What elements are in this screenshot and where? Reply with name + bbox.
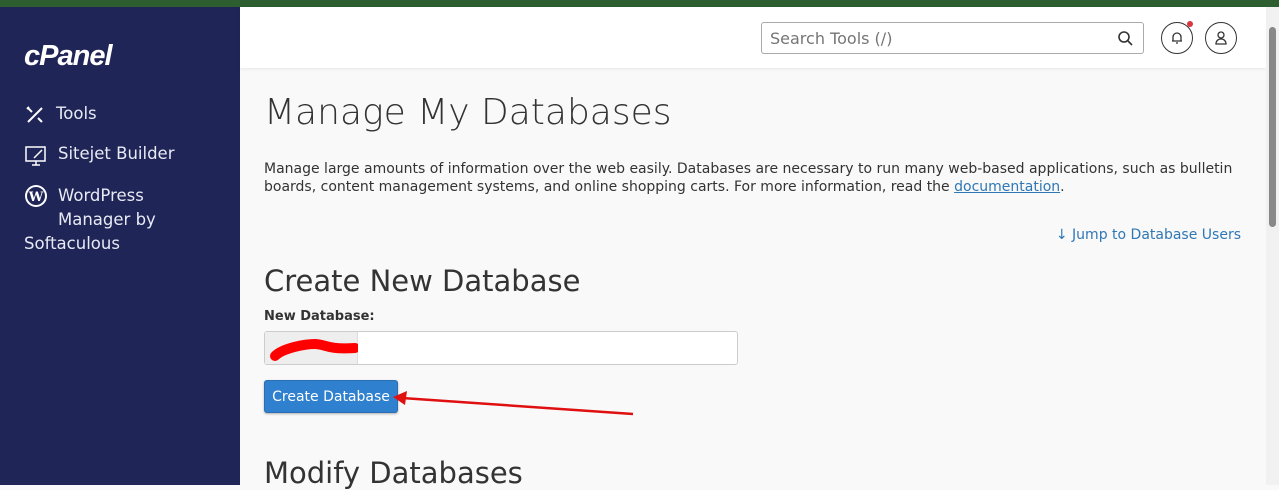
search-icon[interactable] bbox=[1117, 30, 1133, 46]
page-description: Manage large amounts of information over… bbox=[264, 160, 1244, 196]
new-database-label: New Database: bbox=[264, 309, 375, 324]
sidebar-item-label: Sitejet Builder bbox=[58, 144, 175, 163]
search-input[interactable] bbox=[762, 23, 1102, 53]
new-database-field[interactable] bbox=[264, 331, 738, 365]
top-header bbox=[240, 7, 1266, 68]
browser-top-strip bbox=[0, 0, 1279, 7]
monitor-pen-icon bbox=[25, 146, 46, 166]
sidebar-item-label: Softaculous bbox=[24, 234, 120, 253]
jump-to-database-users-link[interactable]: ↓ Jump to Database Users bbox=[1056, 227, 1241, 243]
sidebar-item-label: Tools bbox=[56, 104, 97, 123]
new-database-input[interactable] bbox=[358, 332, 737, 364]
sidebar-item-tools[interactable]: Tools bbox=[24, 104, 97, 126]
database-prefix bbox=[265, 332, 358, 364]
search-tools-field[interactable] bbox=[761, 22, 1144, 54]
sidebar: cPanel Tools Sitejet Builder W WordPress… bbox=[0, 7, 240, 485]
tools-icon bbox=[26, 106, 43, 123]
redaction-scribble bbox=[270, 338, 358, 361]
scrollbar-thumb[interactable] bbox=[1269, 27, 1276, 227]
annotation-arrow bbox=[393, 391, 634, 416]
sidebar-item-wordpress-manager[interactable]: W WordPress Manager by Softaculous bbox=[24, 184, 156, 256]
sidebar-item-label: Manager by bbox=[58, 210, 156, 229]
documentation-link[interactable]: documentation bbox=[954, 179, 1060, 195]
bell-icon bbox=[1172, 32, 1182, 44]
scrollbar[interactable] bbox=[1266, 7, 1279, 485]
svg-text:W: W bbox=[28, 190, 44, 205]
cpanel-logo[interactable]: cPanel bbox=[24, 40, 112, 73]
user-icon bbox=[1215, 31, 1227, 45]
description-period: . bbox=[1060, 179, 1065, 195]
user-menu-button[interactable] bbox=[1205, 22, 1237, 54]
sidebar-item-sitejet-builder[interactable]: Sitejet Builder bbox=[24, 144, 174, 168]
page-title: Manage My Databases bbox=[264, 92, 672, 133]
wordpress-icon: W bbox=[25, 185, 47, 207]
description-text: Manage large amounts of information over… bbox=[264, 161, 1233, 195]
notification-dot bbox=[1187, 21, 1193, 27]
create-database-heading: Create New Database bbox=[264, 264, 581, 298]
notifications-button[interactable] bbox=[1161, 21, 1193, 54]
create-database-button[interactable]: Create Database bbox=[264, 380, 398, 413]
